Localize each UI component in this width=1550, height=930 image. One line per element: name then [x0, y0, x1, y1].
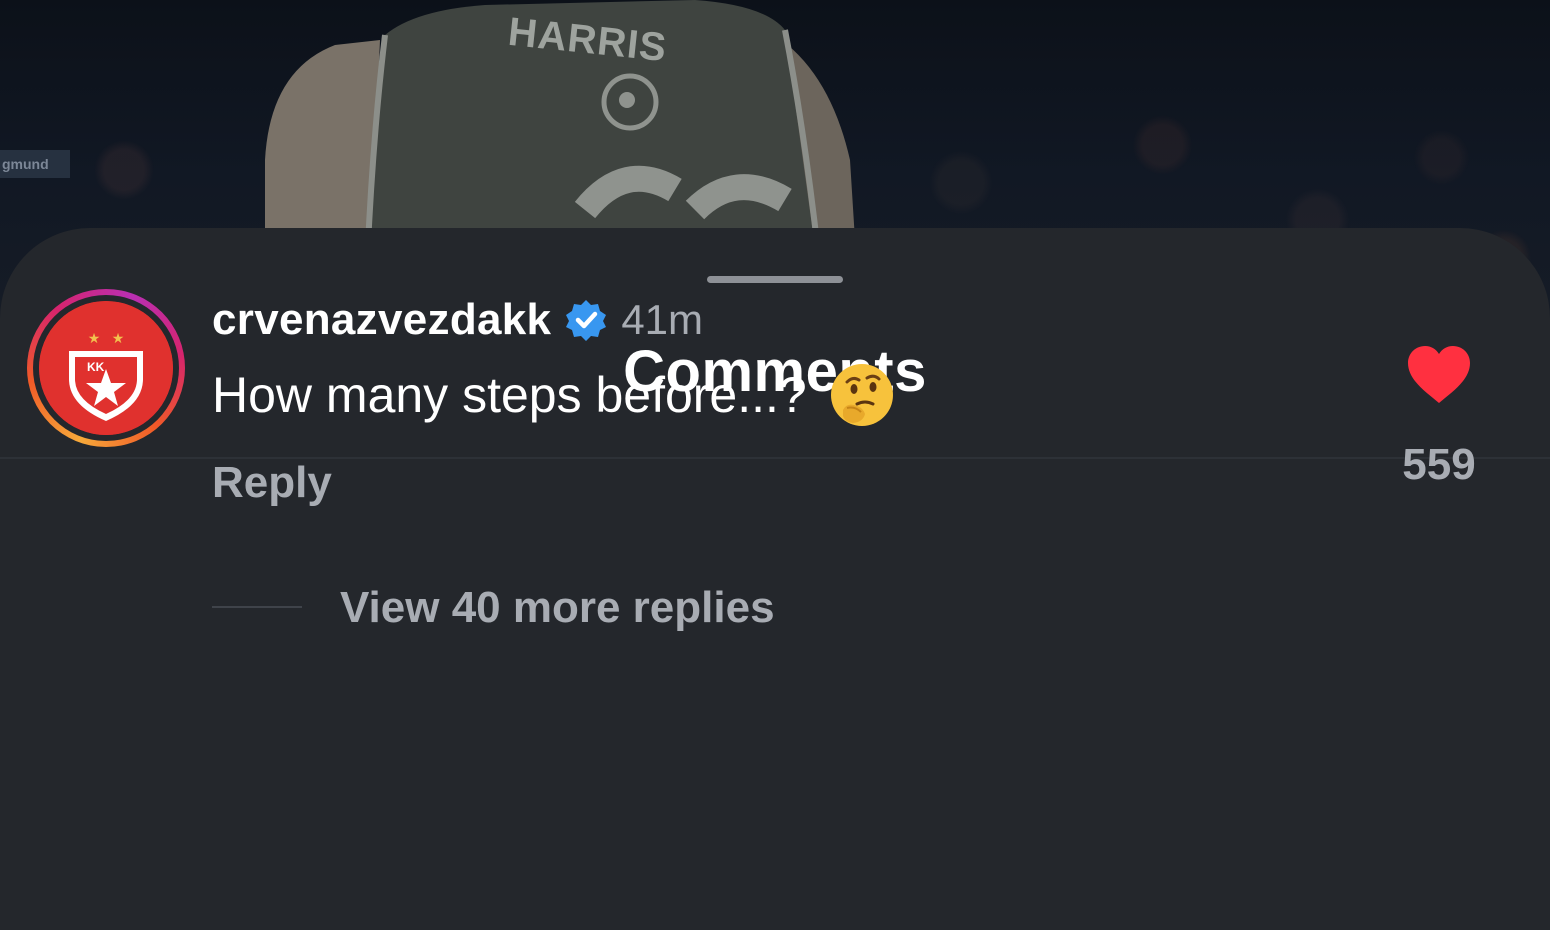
svg-text:★: ★	[112, 331, 125, 347]
thinking-face-emoji-icon	[829, 362, 895, 428]
sheet-grabber-handle[interactable]	[707, 276, 843, 283]
comment-header: crvenazvezdakk 41m	[212, 290, 703, 350]
reply-button[interactable]: Reply	[212, 458, 332, 508]
avatar-story-ring[interactable]: ★ ★ KK	[27, 289, 185, 447]
heart-icon[interactable]	[1406, 345, 1472, 405]
username-link[interactable]: crvenazvezdakk	[212, 295, 551, 345]
comments-screen: gmund HARRIS Comments ★ ★ KK crvenazvezd…	[0, 0, 1550, 930]
arena-sign: gmund	[0, 150, 70, 178]
club-crest-icon: ★ ★ KK	[39, 301, 173, 435]
view-more-replies-button[interactable]: View 40 more replies	[340, 583, 775, 633]
crest-letters: KK	[87, 360, 105, 374]
comment-text: How many steps before...?	[212, 367, 807, 423]
verified-badge-icon	[565, 299, 607, 341]
comment-text-row: How many steps before...?	[212, 360, 895, 430]
like-count: 559	[1402, 440, 1476, 489]
svg-text:★: ★	[88, 331, 101, 347]
avatar[interactable]: ★ ★ KK	[39, 301, 173, 435]
replies-divider-line	[212, 606, 302, 608]
comment-timestamp: 41m	[621, 296, 704, 343]
